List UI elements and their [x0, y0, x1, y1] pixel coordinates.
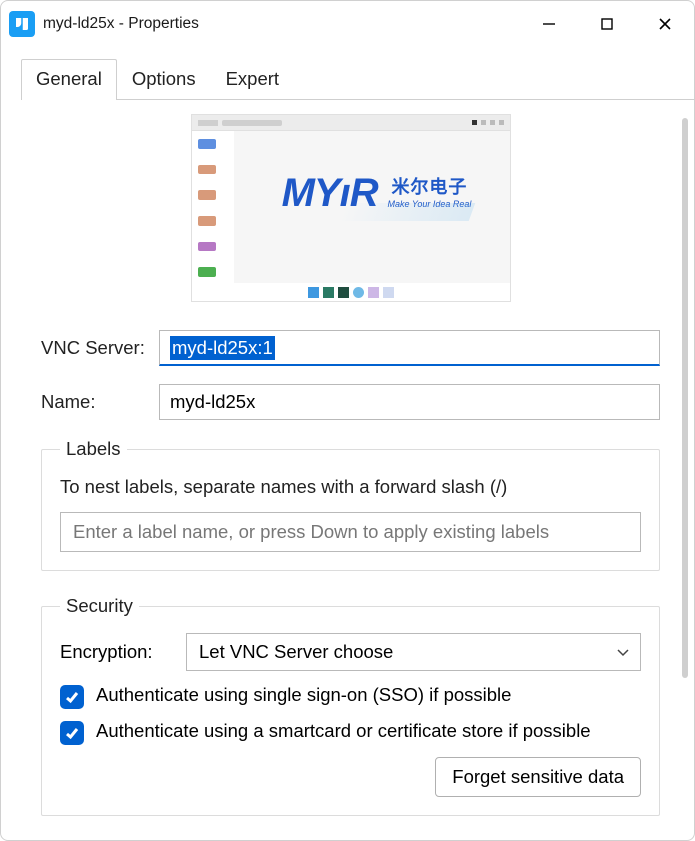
- maximize-button[interactable]: [578, 1, 636, 47]
- tab-bar: General Options Expert: [1, 47, 694, 100]
- tab-expert[interactable]: Expert: [211, 59, 294, 100]
- smartcard-checkbox-label: Authenticate using a smartcard or certif…: [96, 719, 641, 744]
- security-legend: Security: [60, 595, 139, 617]
- tab-general[interactable]: General: [21, 59, 117, 100]
- button-label: Forget sensitive data: [452, 766, 624, 787]
- sso-checkbox[interactable]: [60, 685, 84, 709]
- titlebar: myd-ld25x - Properties: [1, 1, 694, 47]
- minimize-button[interactable]: [520, 1, 578, 47]
- name-label: Name:: [41, 391, 159, 413]
- connection-preview-thumbnail: MYıR 米尔电子 Make Your Idea Real: [191, 114, 511, 302]
- tab-content-general: MYıR 米尔电子 Make Your Idea Real: [21, 100, 680, 840]
- tab-options[interactable]: Options: [117, 59, 211, 100]
- labels-hint: To nest labels, separate names with a fo…: [60, 476, 641, 498]
- vnc-server-input[interactable]: myd-ld25x:1: [159, 330, 660, 366]
- sso-checkbox-label: Authenticate using single sign-on (SSO) …: [96, 683, 641, 708]
- window-controls: [520, 1, 694, 47]
- chevron-down-icon: [616, 645, 630, 659]
- check-icon: [64, 689, 80, 705]
- encryption-label: Encryption:: [60, 641, 186, 663]
- labels-group: Labels To nest labels, separate names wi…: [41, 438, 660, 571]
- smartcard-checkbox[interactable]: [60, 721, 84, 745]
- properties-window: myd-ld25x - Properties General Options E…: [0, 0, 695, 841]
- tab-label: Expert: [226, 68, 279, 89]
- security-group: Security Encryption: Let VNC Server choo…: [41, 595, 660, 816]
- tab-label: Options: [132, 68, 196, 89]
- labels-legend: Labels: [60, 438, 127, 460]
- name-input[interactable]: [159, 384, 660, 420]
- preview-logo-cjk: 米尔电子: [388, 173, 472, 199]
- close-button[interactable]: [636, 1, 694, 47]
- vnc-server-value: myd-ld25x:1: [170, 336, 275, 360]
- check-icon: [64, 725, 80, 741]
- encryption-value: Let VNC Server choose: [199, 641, 393, 663]
- app-icon: [9, 11, 35, 37]
- window-title: myd-ld25x - Properties: [43, 15, 199, 33]
- scrollbar-thumb[interactable]: [682, 118, 688, 678]
- encryption-select[interactable]: Let VNC Server choose: [186, 633, 641, 671]
- labels-input[interactable]: [60, 512, 641, 552]
- tab-label: General: [36, 68, 102, 89]
- vertical-scrollbar[interactable]: [680, 100, 690, 840]
- vnc-server-label: VNC Server:: [41, 337, 159, 359]
- forget-sensitive-data-button[interactable]: Forget sensitive data: [435, 757, 641, 797]
